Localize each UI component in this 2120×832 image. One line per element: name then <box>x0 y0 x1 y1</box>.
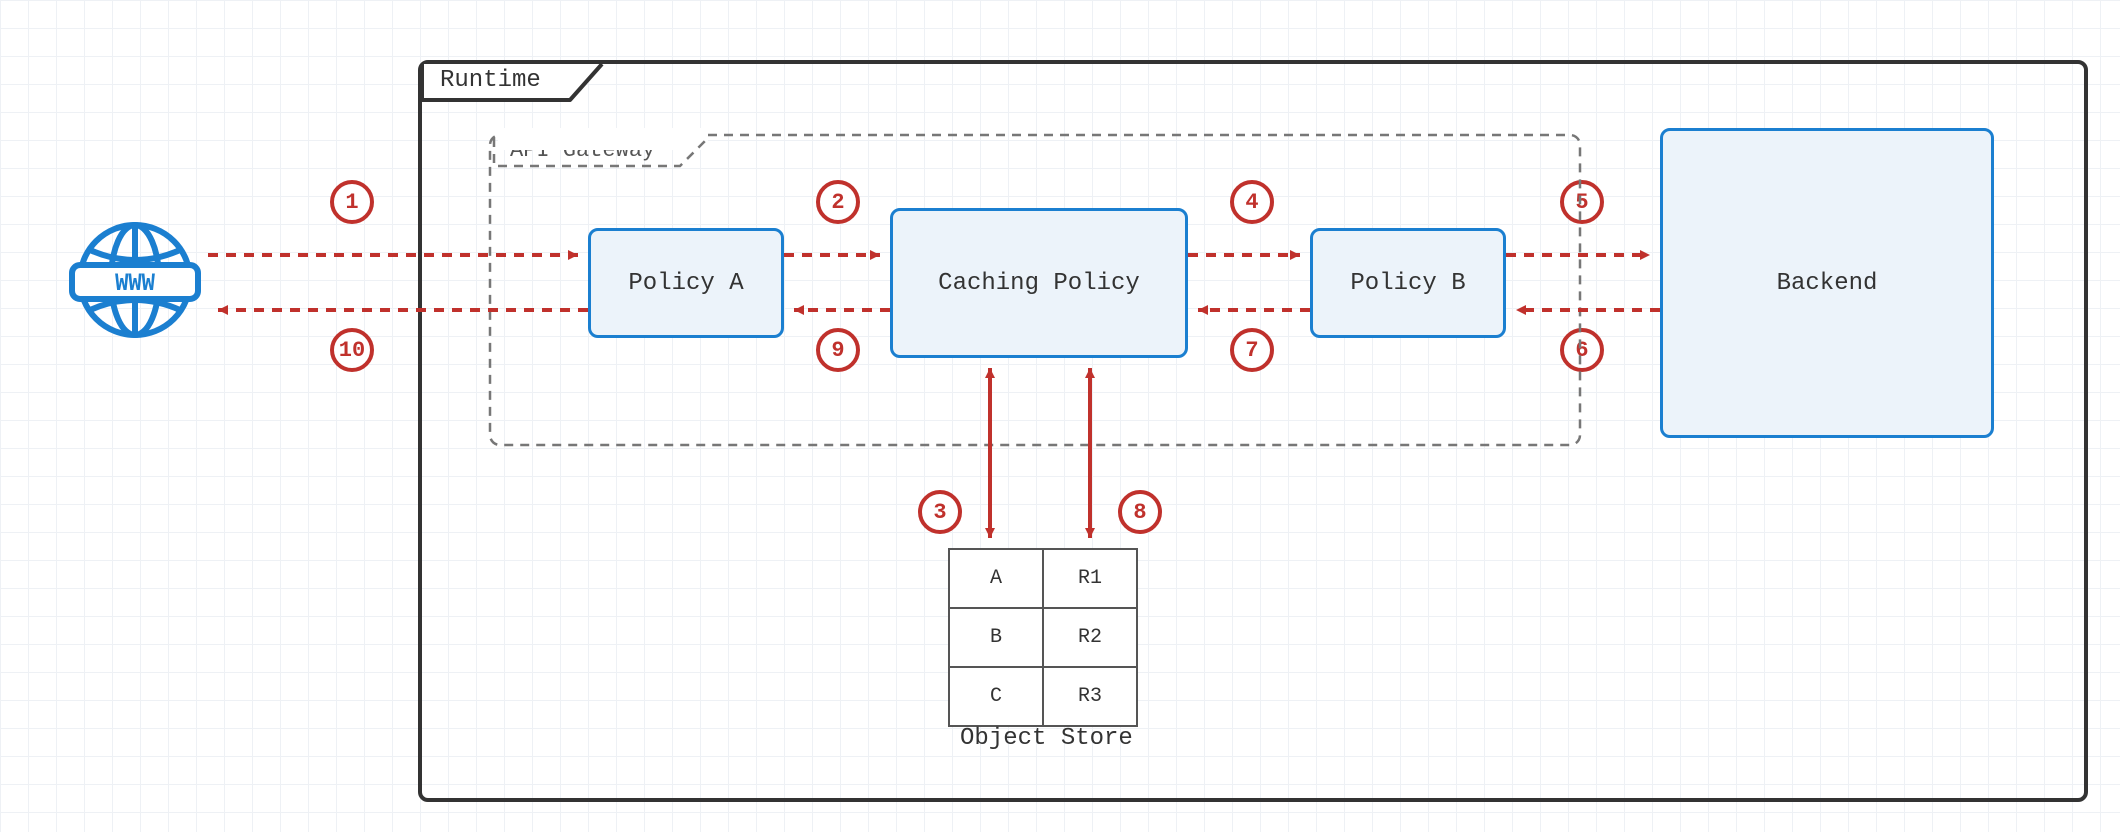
runtime-label: Runtime <box>440 67 541 94</box>
diagram-canvas: Runtime API Gateway Policy A Caching Pol… <box>0 0 2120 832</box>
arrows-layer <box>0 0 2120 832</box>
